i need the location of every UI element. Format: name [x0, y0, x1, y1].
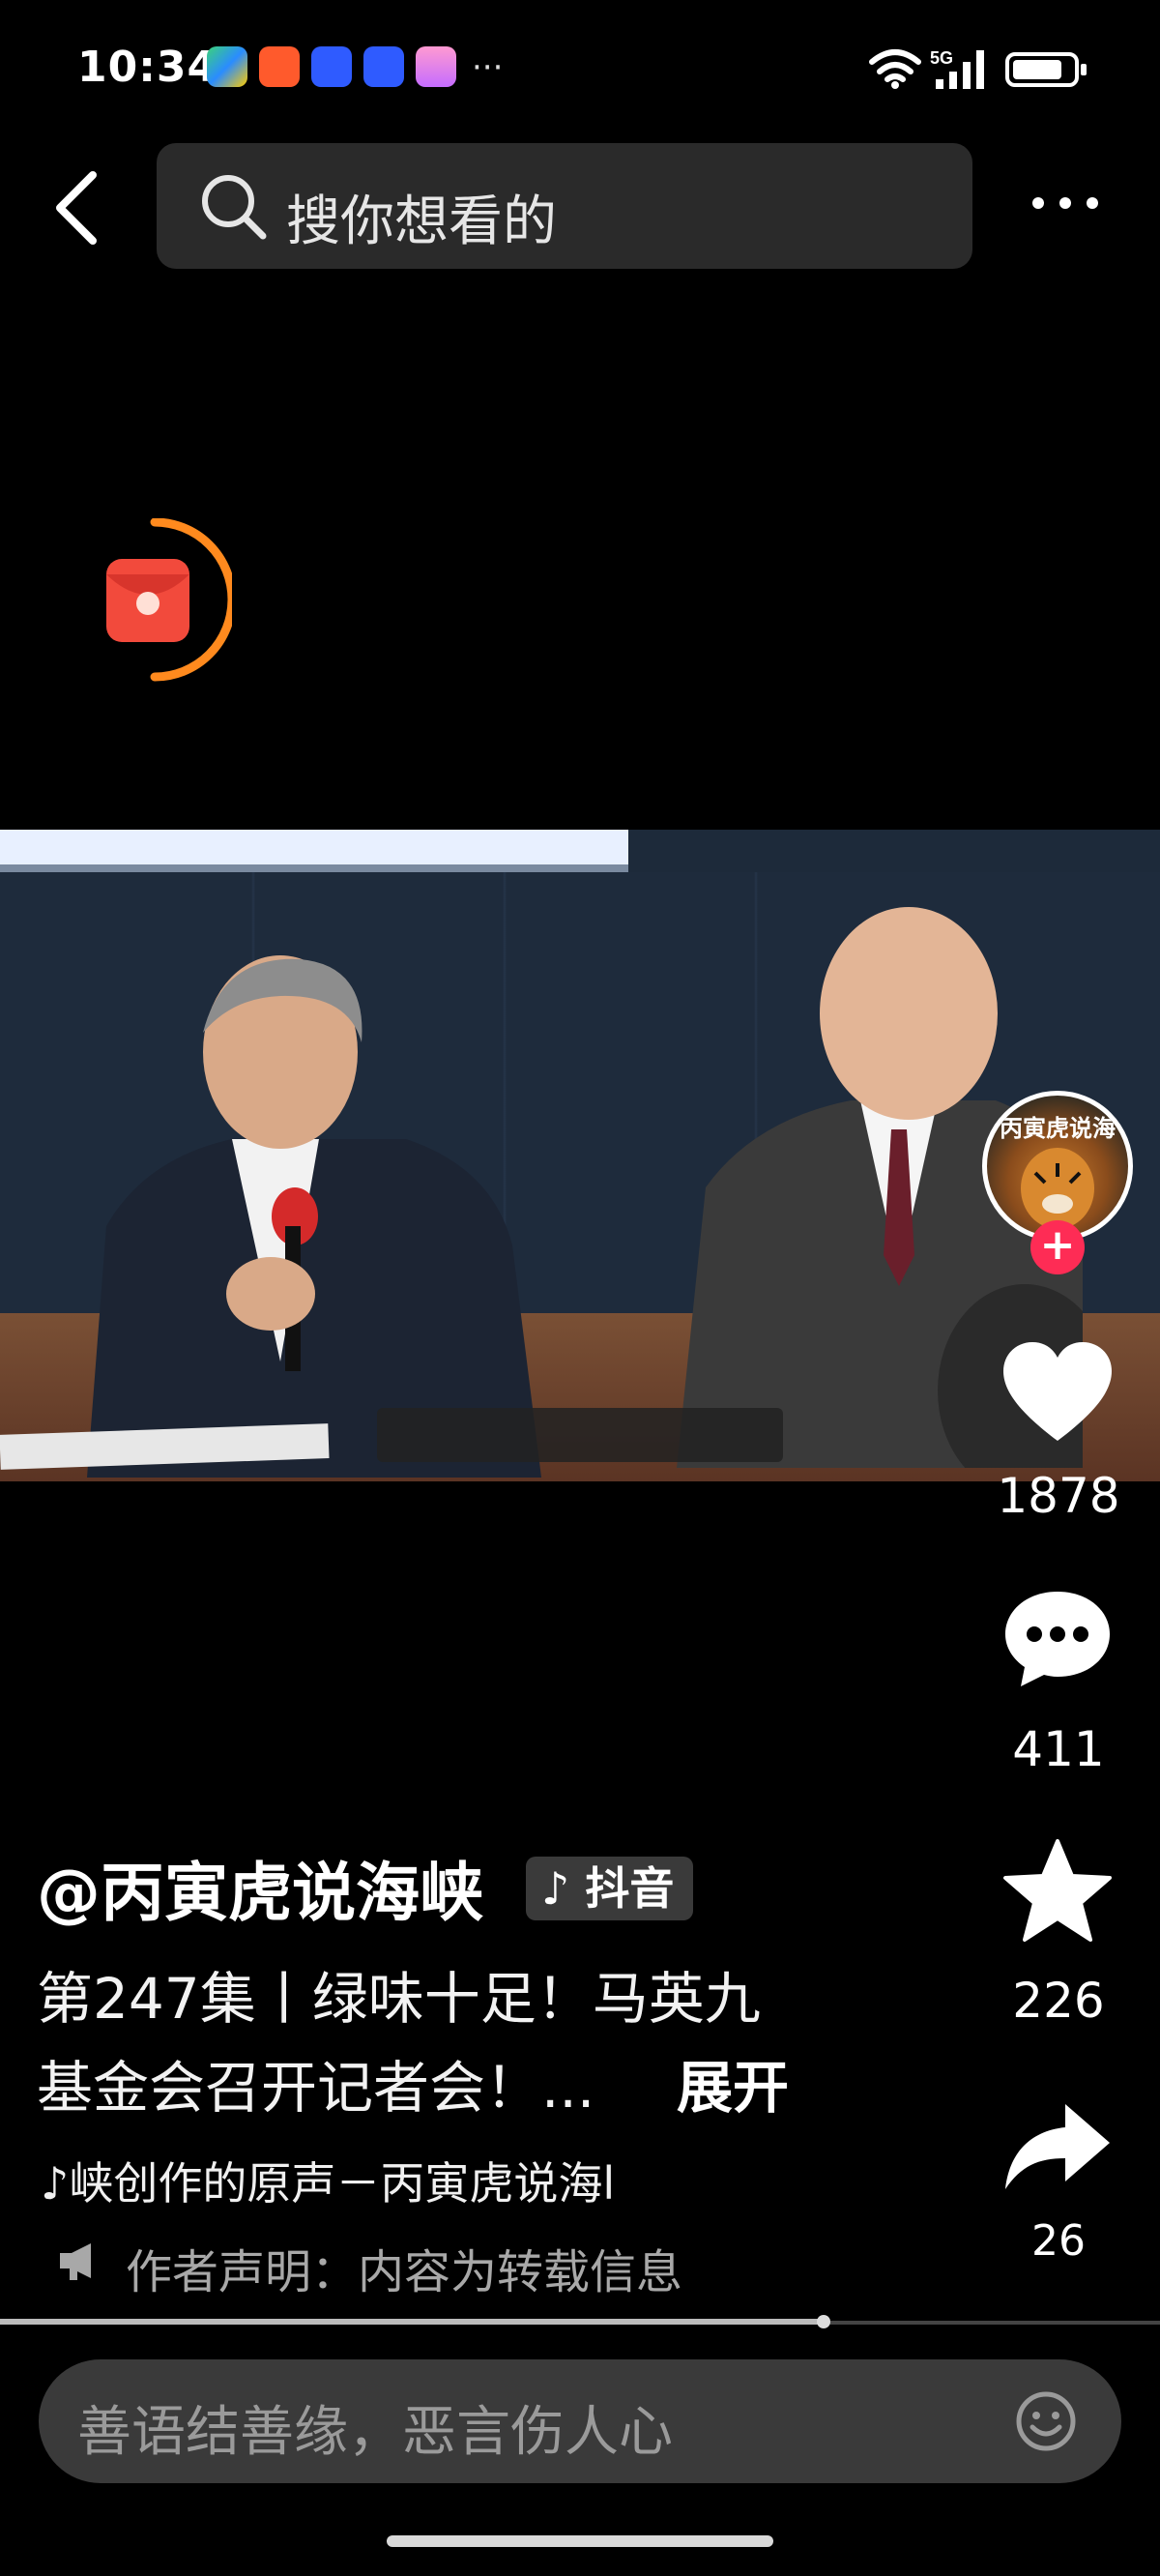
more-notifications-indicator: ···	[472, 48, 504, 87]
star-icon[interactable]	[1000, 1837, 1116, 1944]
cellular-signal-icon: 5G	[930, 48, 984, 89]
comment-count: 411	[1012, 1721, 1105, 1777]
notification-app-icon	[416, 46, 456, 87]
battery-icon	[1005, 52, 1087, 87]
video-description-line-2: 基金会召开记者会！...	[37, 2055, 595, 2121]
wifi-icon	[869, 49, 921, 89]
speaker-figure-left	[87, 955, 541, 1478]
network-type-label: 5G	[930, 48, 953, 68]
video-description-line-1: 第247集丨绿味十足！马英九	[37, 1966, 761, 2032]
notification-app-icon	[207, 46, 247, 87]
follow-plus-button[interactable]: +	[1030, 1220, 1085, 1274]
notification-app-icon	[259, 46, 300, 87]
search-placeholder: 搜你想看的	[286, 190, 557, 253]
author-avatar[interactable]: 丙寅虎说海	[982, 1091, 1133, 1242]
author-name[interactable]: @丙寅虎说海峡	[37, 1841, 483, 1934]
status-bar: 10:34 ··· 5G	[0, 0, 1160, 135]
share-arrow-icon[interactable]	[1000, 2098, 1116, 2195]
original-sound-link[interactable]: ♪峡创作的原声－丙寅虎说海l	[41, 2149, 615, 2212]
emoji-icon[interactable]	[1013, 2388, 1079, 2454]
like-count: 1878	[997, 1468, 1120, 1524]
notification-app-icon	[363, 46, 404, 87]
share-count: 26	[1031, 2216, 1086, 2266]
burned-in-subtitle	[377, 1408, 783, 1462]
expand-description-button[interactable]: 展开	[677, 2042, 789, 2123]
video-progress-fill	[0, 2319, 824, 2325]
back-arrow-icon[interactable]	[48, 169, 106, 247]
tiger-image	[1021, 1148, 1094, 1229]
comment-placeholder: 善语结善缘，恶言伤人心	[77, 2401, 673, 2464]
favorite-count: 226	[1012, 1973, 1105, 2029]
video-progress-handle[interactable]	[817, 2315, 830, 2328]
comment-input-field[interactable]: 善语结善缘，恶言伤人心	[39, 2359, 1121, 2483]
megaphone-icon	[60, 2243, 91, 2280]
search-icon	[202, 175, 267, 240]
red-packet-reward-icon[interactable]	[97, 518, 232, 683]
comment-bubble-icon[interactable]	[1000, 1586, 1116, 1692]
author-disclaimer: 作者声明：内容为转载信息	[126, 2245, 683, 2299]
clock-time: 10:34	[77, 43, 218, 92]
platform-label: 抖音	[585, 1862, 675, 1915]
search-bar[interactable]: 搜你想看的	[157, 143, 972, 269]
more-options-icon[interactable]	[1029, 174, 1102, 232]
platform-source-tag: ♪ 抖音	[526, 1857, 694, 1920]
home-gesture-indicator[interactable]	[387, 2535, 773, 2547]
notification-app-icon	[311, 46, 352, 87]
heart-icon[interactable]	[1000, 1338, 1116, 1450]
projector-screen	[0, 830, 628, 872]
tiktok-note-icon: ♪	[541, 1862, 586, 1915]
